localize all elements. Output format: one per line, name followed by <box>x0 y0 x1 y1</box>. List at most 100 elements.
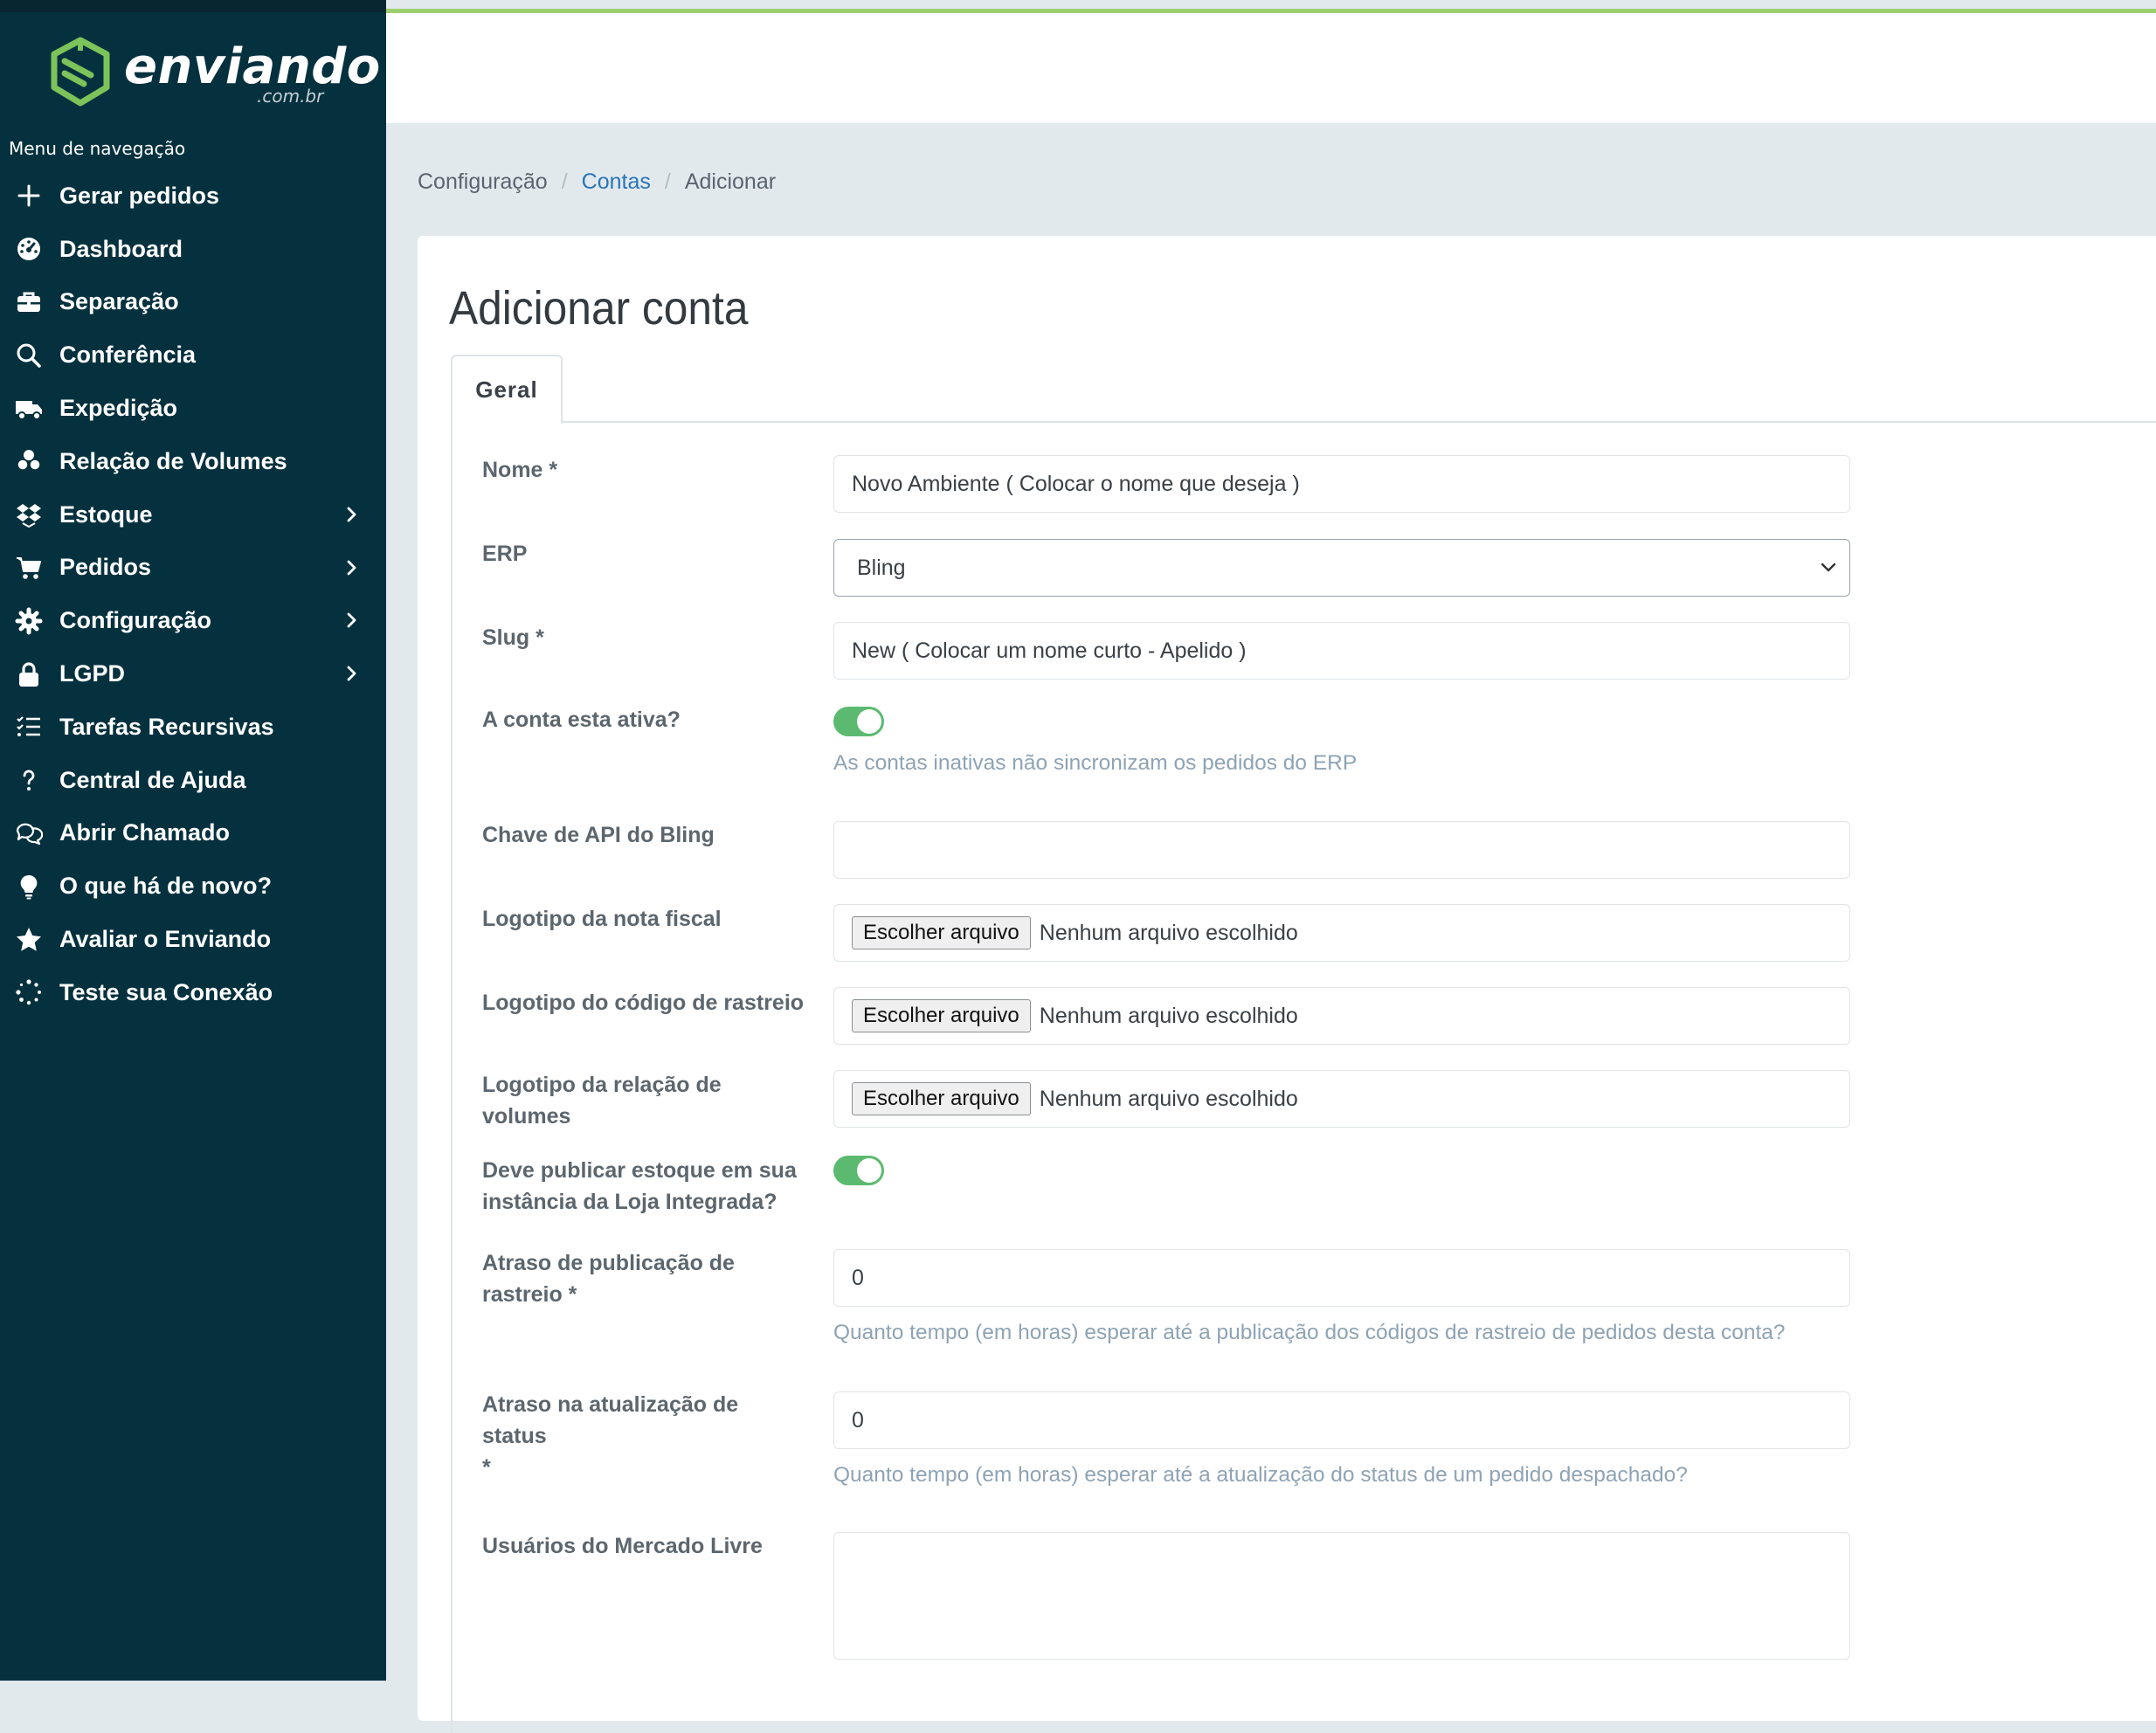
lock-icon <box>12 658 45 691</box>
logo-rastreio-label: Logotipo do código de rastreio <box>482 991 805 1015</box>
nome-label: Nome * <box>482 458 558 482</box>
sidebar-item-label: LGPD <box>59 660 126 687</box>
top-header <box>386 13 2156 123</box>
search-icon <box>12 339 45 372</box>
publicar-estoque-label: Deve publicar estoque em sua instância d… <box>482 1155 805 1218</box>
conta-ativa-help: As contas inativas não sincronizam os pe… <box>833 751 1358 775</box>
sidebar: enviando .com.br Menu de navegação Gerar… <box>0 0 386 1681</box>
breadcrumb-root: Configuração <box>418 169 548 194</box>
publicar-estoque-label-line2: instância da Loja Integrada? <box>482 1190 777 1214</box>
logo-volumes-label: Logotipo da relação de volumes <box>482 1073 722 1129</box>
sidebar-item-tarefas-recursivas[interactable]: Tarefas Recursivas <box>0 701 386 754</box>
brand-logo[interactable]: enviando .com.br <box>49 37 380 107</box>
sidebar-item-label: Pedidos <box>59 554 152 581</box>
breadcrumb-separator: / <box>561 169 568 194</box>
conta-ativa-toggle[interactable] <box>833 707 884 736</box>
toggle-knob <box>857 1158 881 1183</box>
breadcrumb-current: Adicionar <box>684 169 777 194</box>
chat-bubbles-icon <box>12 817 45 850</box>
choose-file-button[interactable]: Escolher arquivo <box>852 916 1031 949</box>
sidebar-item-label: O que há de novo? <box>59 873 273 900</box>
atraso-rastreio-label-line1: Atraso de publicação de <box>482 1251 735 1275</box>
sidebar-item-pedidos[interactable]: Pedidos <box>0 542 386 595</box>
chevron-right-icon <box>347 560 356 575</box>
usuarios-ml-textarea[interactable] <box>833 1532 1850 1660</box>
sidebar-item-abrir-chamado[interactable]: Abrir Chamado <box>0 807 386 860</box>
usuarios-ml-label: Usuários do Mercado Livre <box>482 1534 763 1558</box>
dropbox-icon <box>12 498 45 531</box>
chevron-right-icon <box>347 612 356 628</box>
atraso-status-label: Atraso na atualização de status * <box>482 1389 805 1483</box>
briefcase-icon <box>12 286 45 319</box>
task-list-icon <box>12 710 45 743</box>
plus-icon <box>12 179 45 212</box>
conta-ativa-label: A conta esta ativa? <box>482 708 681 732</box>
publicar-estoque-label-line1: Deve publicar estoque em sua <box>482 1158 797 1183</box>
logo-rastreio-file-input[interactable]: Escolher arquivo Nenhum arquivo escolhid… <box>833 987 1850 1045</box>
gear-icon <box>12 604 45 638</box>
sidebar-item-relacao-volumes[interactable]: Relação de Volumes <box>0 435 386 488</box>
chevron-down-icon <box>1821 563 1836 572</box>
sidebar-item-avaliar[interactable]: Avaliar o Enviando <box>0 913 386 966</box>
sidebar-item-configuracao[interactable]: Configuração <box>0 594 386 647</box>
sidebar-item-central-ajuda[interactable]: Central de Ajuda <box>0 754 386 807</box>
sidebar-item-label: Abrir Chamado <box>59 819 231 846</box>
sidebar-item-label: Expedição <box>59 395 178 422</box>
sidebar-item-label: Conferência <box>59 342 197 369</box>
atraso-rastreio-input[interactable]: 0 <box>833 1249 1850 1307</box>
no-file-text: Nenhum arquivo escolhido <box>1039 920 1298 945</box>
sidebar-item-separacao[interactable]: Separação <box>0 276 386 329</box>
tab-geral[interactable]: Geral <box>451 355 563 425</box>
breadcrumb: Configuração / Contas / Adicionar <box>418 169 776 195</box>
atraso-status-label-line2: * <box>482 1455 491 1480</box>
lightbulb-icon <box>12 870 45 903</box>
api-key-label: Chave de API do Bling <box>482 823 715 847</box>
sidebar-item-teste-conexao[interactable]: Teste sua Conexão <box>0 966 386 1019</box>
logo-volumes-file-input[interactable]: Escolher arquivo Nenhum arquivo escolhid… <box>833 1070 1850 1128</box>
brand-domain: .com.br <box>257 86 324 107</box>
atraso-status-label-line1: Atraso na atualização de status <box>482 1392 739 1448</box>
logo-nota-label: Logotipo da nota fiscal <box>482 907 722 931</box>
sidebar-item-estoque[interactable]: Estoque <box>0 488 386 542</box>
page-title: Adicionar conta <box>449 282 749 335</box>
no-file-text: Nenhum arquivo escolhido <box>1039 1003 1298 1028</box>
logo-nota-file-input[interactable]: Escolher arquivo Nenhum arquivo escolhid… <box>833 904 1850 962</box>
sidebar-item-label: Tarefas Recursivas <box>59 713 274 740</box>
nome-input[interactable]: Novo Ambiente ( Colocar o nome que desej… <box>833 455 1850 513</box>
slug-label: Slug * <box>482 625 544 650</box>
sidebar-item-lgpd[interactable]: LGPD <box>0 647 386 701</box>
slug-input[interactable]: New ( Colocar um nome curto - Apelido ) <box>833 622 1850 680</box>
publicar-estoque-toggle[interactable] <box>833 1156 884 1185</box>
sidebar-item-expedicao[interactable]: Expedição <box>0 382 386 435</box>
atraso-rastreio-label-line2: rastreio * <box>482 1282 577 1307</box>
breadcrumb-separator: / <box>664 169 671 194</box>
gauge-icon <box>12 232 45 266</box>
sidebar-item-label: Gerar pedidos <box>59 182 220 209</box>
sidebar-item-novidades[interactable]: O que há de novo? <box>0 860 386 913</box>
toggle-knob <box>857 709 881 734</box>
nav-menu: Gerar pedidos Dashboard Separação Confer… <box>0 169 386 1019</box>
sidebar-item-label: Avaliar o Enviando <box>59 926 272 953</box>
sidebar-item-conferencia[interactable]: Conferência <box>0 328 386 382</box>
sidebar-item-dashboard[interactable]: Dashboard <box>0 223 386 276</box>
chevron-right-icon <box>347 507 356 522</box>
api-key-input[interactable] <box>833 821 1850 879</box>
erp-label: ERP <box>482 542 528 566</box>
question-icon <box>12 763 45 797</box>
cart-icon <box>12 551 45 584</box>
atraso-rastreio-label: Atraso de publicação de rastreio * <box>482 1247 805 1310</box>
spinner-icon <box>12 976 45 1009</box>
sidebar-item-gerar-pedidos[interactable]: Gerar pedidos <box>0 169 386 223</box>
erp-selected-value: Bling <box>857 555 906 580</box>
choose-file-button[interactable]: Escolher arquivo <box>852 1082 1031 1115</box>
atraso-status-input[interactable]: 0 <box>833 1391 1850 1449</box>
sidebar-top-strip <box>0 0 386 12</box>
breadcrumb-link-contas[interactable]: Contas <box>582 169 651 195</box>
brand-name: enviando <box>124 38 381 95</box>
choose-file-button[interactable]: Escolher arquivo <box>852 999 1031 1032</box>
truck-icon <box>12 392 45 425</box>
erp-select[interactable]: Bling <box>833 539 1850 597</box>
atraso-status-help: Quanto tempo (em horas) esperar até a at… <box>833 1463 1688 1487</box>
chevron-right-icon <box>347 666 356 681</box>
boxes-icon <box>12 445 45 478</box>
